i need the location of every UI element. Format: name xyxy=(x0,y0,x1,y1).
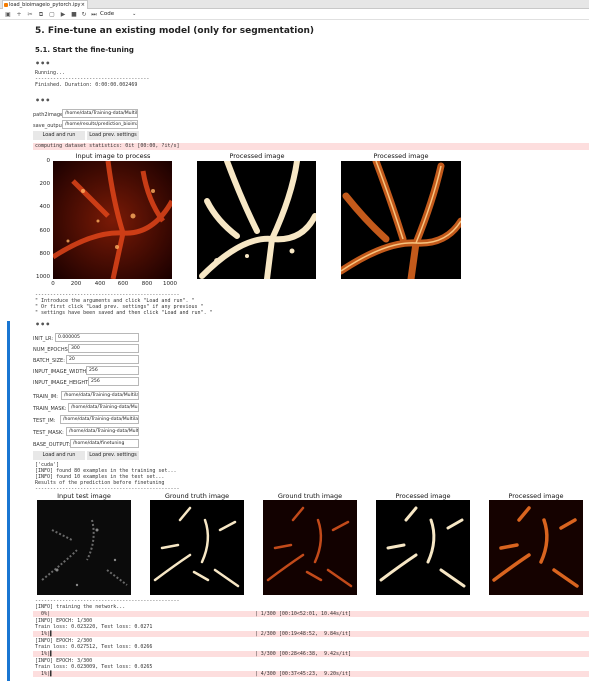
y-tick: 600 xyxy=(39,228,51,234)
y-tick: 1000 xyxy=(36,274,50,280)
processed-test-image-heat xyxy=(489,500,583,595)
plot-title: Processed image xyxy=(373,152,429,160)
collapsed-cell-icon[interactable]: ••• xyxy=(35,60,50,68)
init-lr-label: INIT_LR: xyxy=(33,336,54,342)
collapsed-cell-icon[interactable]: ••• xyxy=(35,321,50,329)
batch-size-label: BATCH_SIZE: xyxy=(33,358,65,364)
plot-title: Input test image xyxy=(57,492,111,500)
input-image xyxy=(53,161,172,279)
ground-truth-image-binary xyxy=(150,500,244,595)
stop-icon[interactable]: ■ xyxy=(70,11,78,18)
x-tick: 0 xyxy=(51,281,55,287)
epoch-output: [INFO] EPOCH: 1/300 Train loss: 0.023220… xyxy=(35,618,153,630)
active-cell-indicator xyxy=(7,321,10,681)
input-test-image xyxy=(37,500,131,595)
y-tick: 400 xyxy=(39,204,51,210)
num-epochs-input[interactable]: 300 xyxy=(68,344,139,353)
progress-bar-row: 0%| | 1/300 [00:10<52:01, 10.44s/it] xyxy=(33,611,589,617)
epoch-output: [INFO] EPOCH: 3/300 Train loss: 0.023009… xyxy=(35,658,153,670)
train-mask-input[interactable]: /home/data/Training-data/Multila xyxy=(68,403,139,412)
chevron-down-icon: ⌄ xyxy=(132,11,137,17)
restart-run-all-icon[interactable]: ⏭ xyxy=(90,11,98,18)
cell-output: ['cuda'] [INFO] found 80 examples in the… xyxy=(35,462,180,492)
copy-icon[interactable]: ⧉ xyxy=(37,11,45,18)
test-im-input[interactable]: /home/data/Training-data/Multilabel_s xyxy=(60,415,139,424)
run-icon[interactable]: ▶ xyxy=(59,11,67,18)
processed-image-binary xyxy=(197,161,316,279)
ground-truth-image-heat xyxy=(263,500,357,595)
cell-output: Running... -----------------------------… xyxy=(35,70,150,88)
load-prev-settings-button[interactable]: Load prev. settings xyxy=(87,451,139,460)
close-tab-icon[interactable]: × xyxy=(81,1,85,9)
section-heading: 5. Fine-tune an existing model (only for… xyxy=(35,26,315,36)
train-mask-label: TRAIN_MASK: xyxy=(33,406,67,412)
progress-bar-row: 1%|▌ | 4/300 [00:37<45:23, 9.20s/it] xyxy=(33,671,589,677)
plot-title: Input image to process xyxy=(75,152,151,160)
plot-title: Ground truth image xyxy=(277,492,343,500)
plot-title: Ground truth image xyxy=(164,492,230,500)
load-prev-settings-button[interactable]: Load prev. settings xyxy=(87,131,139,140)
paste-icon[interactable]: ▢ xyxy=(48,11,56,18)
subsection-heading: 5.1. Start the fine-tuning xyxy=(35,46,134,54)
restart-icon[interactable]: ↻ xyxy=(80,11,88,18)
input-image-width-input[interactable]: 256 xyxy=(86,366,139,375)
x-tick: 400 xyxy=(94,281,106,287)
x-tick: 1000 xyxy=(163,281,177,287)
init-lr-input[interactable]: 0.000005 xyxy=(55,333,139,342)
train-im-input[interactable]: /home/data/Training-data/Multilabel_ xyxy=(61,391,139,400)
input-image-width-label: INPUT_IMAGE_WIDTH: xyxy=(33,369,88,375)
x-tick: 600 xyxy=(117,281,129,287)
plot-title: Processed image xyxy=(395,492,451,500)
load-and-run-button[interactable]: Load and run xyxy=(33,451,85,460)
x-tick: 800 xyxy=(141,281,153,287)
y-tick: 0 xyxy=(46,158,51,164)
y-tick: 800 xyxy=(39,251,51,257)
cut-icon[interactable]: ✂ xyxy=(26,11,34,18)
x-tick: 200 xyxy=(70,281,82,287)
base-output-input[interactable]: /home/data/finetuning xyxy=(70,439,139,448)
cell-output: ----------------------------------------… xyxy=(35,292,213,316)
training-header: ----------------------------------------… xyxy=(35,598,180,610)
test-im-label: TEST_IM: xyxy=(33,418,56,424)
epoch-output: [INFO] EPOCH: 2/300 Train loss: 0.027512… xyxy=(35,638,153,650)
input-image-height-input[interactable]: 256 xyxy=(88,377,139,386)
train-im-label: TRAIN_IM: xyxy=(33,394,58,400)
tab-bar: load_bioimageio_pytorch.ipy × xyxy=(0,0,589,9)
collapsed-cell-icon[interactable]: ••• xyxy=(35,97,50,105)
add-cell-icon[interactable]: + xyxy=(15,11,23,18)
load-and-run-button[interactable]: Load and run xyxy=(33,131,85,140)
stderr-output: computing dataset statistics: 0it [00:00… xyxy=(33,143,589,150)
input-image-height-label: INPUT_IMAGE_HEIGHT: xyxy=(33,380,90,386)
notebook-panel: 5. Fine-tune an existing model (only for… xyxy=(0,20,589,681)
notebook-tab[interactable]: load_bioimageio_pytorch.ipy × xyxy=(2,0,88,9)
num-epochs-label: NUM_EPOCHS: xyxy=(33,347,70,353)
cell-type-select[interactable]: Code ⌄ xyxy=(100,10,136,19)
cell-type-value: Code xyxy=(100,11,115,17)
path2image-label: path2image: xyxy=(33,112,65,118)
save-outputs-input[interactable]: /home/results/prediction_bioimageio xyxy=(62,120,138,129)
tab-title: load_bioimageio_pytorch.ipy xyxy=(9,2,81,8)
processed-image-heat xyxy=(341,161,461,279)
y-tick: 200 xyxy=(39,181,51,187)
plot-title: Processed image xyxy=(508,492,564,500)
progress-bar-row: 1%|▌ | 2/300 [00:19<48:52, 9.84s/it] xyxy=(33,631,589,637)
test-mask-label: TEST_MASK: xyxy=(33,430,64,436)
notebook-toolbar: ▣ + ✂ ⧉ ▢ ▶ ■ ↻ ⏭ Code ⌄ xyxy=(0,9,589,20)
path2image-input[interactable]: /home/data/Training-data/Multilabel xyxy=(62,109,138,118)
notebook-icon xyxy=(4,3,8,7)
base-output-label: BASE_OUTPUT: xyxy=(33,442,71,448)
test-mask-input[interactable]: /home/data/Training-data/Multilab xyxy=(66,427,139,436)
plot-title: Processed image xyxy=(229,152,285,160)
save-icon[interactable]: ▣ xyxy=(4,11,12,18)
progress-bar-row: 1%|▌ | 3/300 [00:28<46:38, 9.42s/it] xyxy=(33,651,589,657)
batch-size-input[interactable]: 20 xyxy=(66,355,139,364)
processed-test-image-binary xyxy=(376,500,470,595)
